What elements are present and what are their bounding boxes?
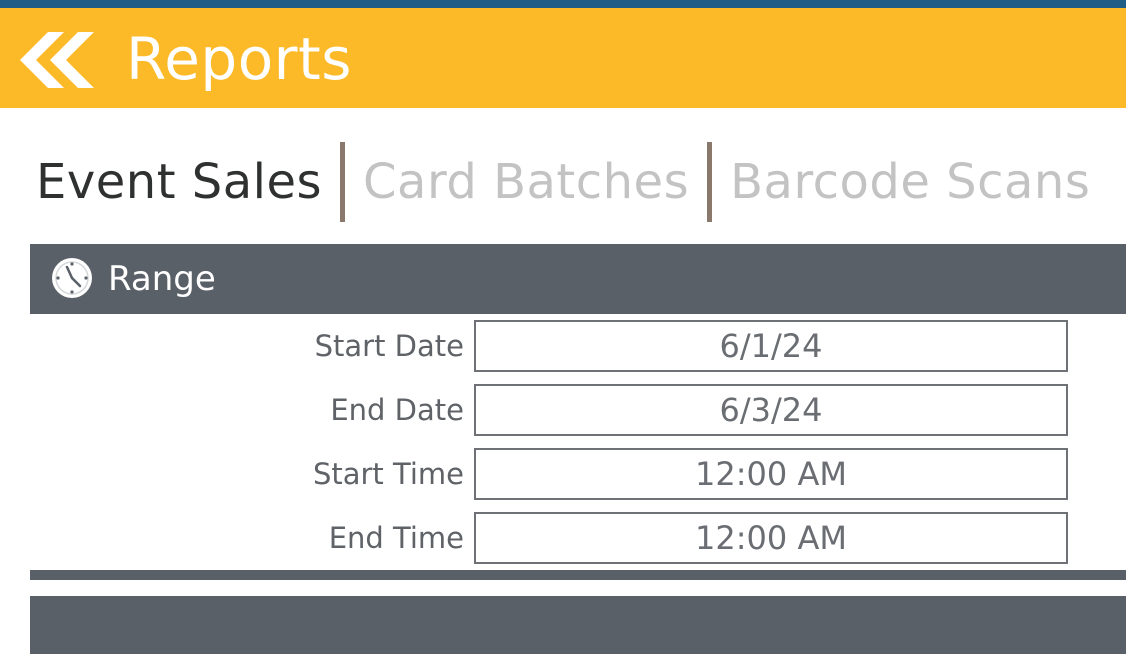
end-time-label: End Time [328, 521, 464, 555]
section-divider [30, 570, 1126, 580]
tab-event-sales[interactable]: Event Sales [36, 140, 322, 224]
start-time-field[interactable]: 12:00 AM [474, 448, 1068, 500]
clock-icon [50, 256, 94, 300]
end-date-label: End Date [330, 393, 464, 427]
start-date-row: Start Date 6/1/24 [30, 320, 1070, 372]
start-time-label: Start Time [312, 457, 464, 491]
double-chevron-left-icon [20, 32, 94, 88]
start-date-label: Start Date [314, 329, 464, 363]
tab-divider [707, 142, 713, 222]
end-date-field[interactable]: 6/3/24 [474, 384, 1068, 436]
top-strip [0, 0, 1126, 8]
back-button[interactable] [14, 28, 98, 92]
end-time-row: End Time 12:00 AM [30, 512, 1070, 564]
page-title: Reports [126, 25, 352, 93]
end-time-field[interactable]: 12:00 AM [474, 512, 1068, 564]
tab-card-batches[interactable]: Card Batches [363, 140, 689, 224]
report-tabs: Event Sales Card Batches Barcode Scans [36, 140, 1090, 224]
end-date-row: End Date 6/3/24 [30, 384, 1070, 436]
range-title: Range [108, 259, 216, 299]
tab-barcode-scans[interactable]: Barcode Scans [730, 140, 1090, 224]
header-bar: Reports [0, 8, 1126, 108]
start-time-row: Start Time 12:00 AM [30, 448, 1070, 500]
next-section-header [30, 596, 1126, 654]
range-section-header: Range [30, 244, 1126, 314]
start-date-field[interactable]: 6/1/24 [474, 320, 1068, 372]
tab-divider [340, 142, 346, 222]
